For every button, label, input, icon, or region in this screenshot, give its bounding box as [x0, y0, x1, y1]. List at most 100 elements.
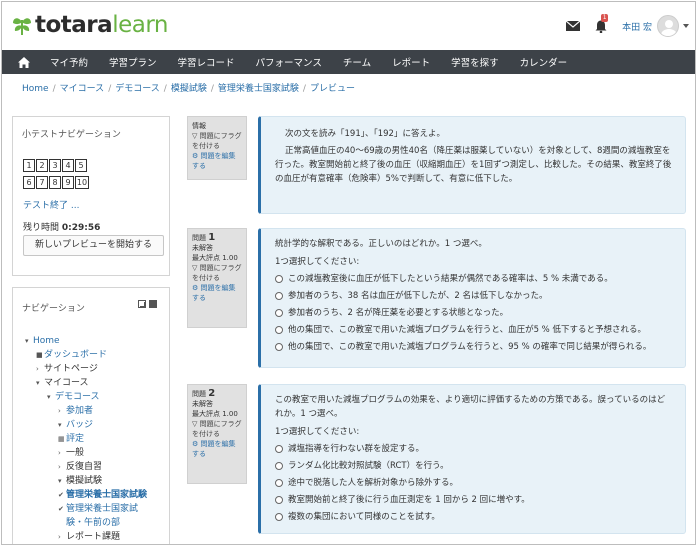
nav-item-learning-plans[interactable]: 学習プラン: [109, 55, 157, 69]
nav-tree-item[interactable]: 験・午前の部: [25, 516, 147, 530]
avatar[interactable]: [657, 15, 679, 37]
tree-node-label: 評定: [66, 434, 85, 444]
radio-button[interactable]: [275, 275, 283, 283]
question-2-flag-link[interactable]: ▽ 問題にフラグを付ける: [192, 419, 242, 439]
logo-text-totara: totara: [35, 12, 113, 38]
answer-option[interactable]: この減塩教室後に血圧が低下したという結果が偶然である確率は、5 % 未満である。: [275, 272, 673, 286]
answer-option-text: 複数の集団において同様のことを試す。: [288, 512, 440, 522]
question-button-7[interactable]: 7: [36, 176, 48, 189]
nav-tree-item[interactable]: › 一般: [25, 446, 147, 460]
question-button-2[interactable]: 2: [36, 159, 48, 172]
nav-item-find-learning[interactable]: 学習を探す: [451, 55, 499, 69]
flag-question-link[interactable]: ▽ 問題にフラグを付ける: [192, 131, 242, 151]
home-icon[interactable]: [18, 56, 30, 68]
user-menu-caret-icon[interactable]: [683, 24, 689, 28]
radio-button[interactable]: [275, 513, 283, 521]
breadcrumb-preview[interactable]: プレビュー: [310, 84, 355, 94]
nav-tree-item[interactable]: › レポート課題: [25, 530, 147, 544]
question-button-8[interactable]: 8: [49, 176, 61, 189]
breadcrumb-my-courses[interactable]: マイコース: [60, 84, 105, 94]
tree-node-label: 一般: [66, 448, 85, 458]
info-scenario-text: 正常高値血圧の40〜69歳の男性40名（降圧薬は服薬していない）を対象として、8…: [275, 146, 672, 184]
nav-item-record-of-learning[interactable]: 学習レコード: [178, 55, 235, 69]
time-left-label: 残り時間: [23, 223, 60, 233]
nav-item-calendar[interactable]: カレンダー: [520, 55, 568, 69]
start-new-preview-button[interactable]: 新しいプレビューを開始する: [23, 235, 164, 256]
answer-option-text: 参加者のうち、2 名が降圧薬を必要とする状態となった。: [288, 308, 509, 318]
info-question-info: 情報 ▽ 問題にフラグを付ける ⚙ 問題を編集する: [187, 116, 247, 180]
navigation-title: ナビゲーション: [22, 304, 85, 314]
nav-item-team[interactable]: チーム: [343, 55, 371, 69]
nav-tree-item[interactable]: ✔ 管理栄養士国家試: [25, 502, 147, 516]
answer-option[interactable]: 複数の集団において同様のことを試す。: [275, 510, 673, 524]
radio-button[interactable]: [275, 462, 283, 470]
nav-tree-item[interactable]: ■ダッシュボード: [25, 348, 147, 362]
info-label: 情報: [192, 122, 206, 130]
question-2-points: 最大評点 1.00: [192, 410, 238, 418]
nav-tree-item[interactable]: › 反復自習: [25, 460, 147, 474]
nav-tree-item[interactable]: ▾ マイコース: [25, 376, 147, 390]
tree-node-icon: ✔: [58, 491, 64, 499]
nav-item-reports[interactable]: レポート: [392, 55, 430, 69]
answer-option[interactable]: 参加者のうち、38 名は血圧が低下したが、2 名は低下しなかった。: [275, 289, 673, 303]
radio-button[interactable]: [275, 309, 283, 317]
question-2-edit-link[interactable]: ⚙ 問題を編集する: [192, 439, 242, 459]
question-button-10[interactable]: 10: [75, 176, 89, 189]
question-2-text: この教室で用いた減塩プログラムの効果を、より適切に評価するための方策である。誤っ…: [275, 395, 666, 419]
answer-option[interactable]: 教室開始前と終了後に行う血圧測定を 1 回から 2 回に増やす。: [275, 493, 673, 507]
question-1-number: 問題 1: [192, 232, 216, 243]
question-button-4[interactable]: 4: [62, 159, 74, 172]
answer-option[interactable]: 減塩指導を行わない群を設定する。: [275, 442, 673, 456]
totara-learn-logo[interactable]: totara learn: [12, 10, 168, 40]
answer-option-text: 途中で脱落した人を解析対象から除外する。: [288, 478, 459, 488]
question-button-3[interactable]: 3: [49, 159, 61, 172]
nav-tree-item[interactable]: › 参加者: [25, 404, 147, 418]
question-button-9[interactable]: 9: [62, 176, 74, 189]
answer-option[interactable]: 他の集団で、この教室で用いた減塩プログラムを行うと、血圧が5 % 低下すると予想…: [275, 323, 673, 337]
radio-button[interactable]: [275, 445, 283, 453]
radio-button[interactable]: [275, 292, 283, 300]
notifications-button[interactable]: 1: [594, 14, 609, 34]
navigation-block: ナビゲーション ▾ Home ■ダッシュボード › サイトページ ▾ マイコース ▾ デモコース…: [12, 287, 170, 544]
gear-icon: ⚙: [192, 152, 201, 160]
answer-option[interactable]: 参加者のうち、2 名が降圧薬を必要とする状態となった。: [275, 306, 673, 320]
question-1-flag-link[interactable]: ▽ 問題にフラグを付ける: [192, 263, 242, 283]
radio-button[interactable]: [275, 479, 283, 487]
nav-tree-item[interactable]: ▾ 模擬試験: [25, 474, 147, 488]
nav-item-performance[interactable]: パフォーマンス: [256, 55, 322, 69]
nav-tree-item[interactable]: ▾ デモコース: [25, 390, 147, 404]
nav-tree-item[interactable]: ▾ Home: [25, 334, 147, 348]
tree-node-label: ダッシュボード: [44, 350, 108, 360]
radio-button[interactable]: [275, 496, 283, 504]
radio-button[interactable]: [275, 326, 283, 334]
quiz-question-buttons: 1 2 3 4 5 6 7 8 9 10: [23, 159, 153, 193]
move-block-icon[interactable]: [138, 300, 146, 308]
radio-button[interactable]: [275, 343, 283, 351]
answer-option[interactable]: ランダム化比較対照試験（RCT）を行う。: [275, 459, 673, 473]
collapse-block-icon[interactable]: [149, 300, 157, 308]
question-button-6[interactable]: 6: [23, 176, 35, 189]
answer-option-text: 減塩指導を行わない群を設定する。: [288, 444, 425, 454]
nav-tree-item[interactable]: ▦評定: [25, 432, 147, 446]
breadcrumb-mock-exam[interactable]: 模擬試験: [171, 84, 207, 94]
tree-node-label: バッジ: [66, 420, 94, 430]
breadcrumb-quiz[interactable]: 管理栄養士国家試験: [218, 84, 299, 94]
question-button-5[interactable]: 5: [75, 159, 87, 172]
nav-tree-item[interactable]: › サイトページ: [25, 362, 147, 376]
nav-item-my-bookings[interactable]: マイ予約: [50, 55, 88, 69]
user-name[interactable]: 本田 宏: [622, 20, 652, 33]
breadcrumb-demo-course[interactable]: デモコース: [115, 84, 160, 94]
header-user-area: 1 本田 宏: [566, 13, 689, 39]
finish-attempt-link[interactable]: テスト終了 ...: [23, 198, 79, 211]
breadcrumb-home[interactable]: Home: [22, 84, 49, 94]
edit-question-link[interactable]: ⚙ 問題を編集する: [192, 151, 242, 171]
nav-tree-item[interactable]: ▾ バッジ: [25, 418, 147, 432]
answer-option[interactable]: 他の集団で、この教室で用いた減塩プログラムを行うと、95 % の確率で同じ結果が…: [275, 340, 673, 354]
mail-icon[interactable]: [566, 21, 581, 31]
question-button-1[interactable]: 1: [23, 159, 35, 172]
nav-tree-item[interactable]: ✔ 管理栄養士国家試験: [25, 488, 147, 502]
question-1-text: 統計学的な解釈である。正しいのはどれか。1 つ選べ。: [275, 239, 487, 249]
question-1-edit-link[interactable]: ⚙ 問題を編集する: [192, 283, 242, 303]
tree-node-label: 験・午前の部: [66, 518, 121, 528]
answer-option[interactable]: 途中で脱落した人を解析対象から除外する。: [275, 476, 673, 490]
